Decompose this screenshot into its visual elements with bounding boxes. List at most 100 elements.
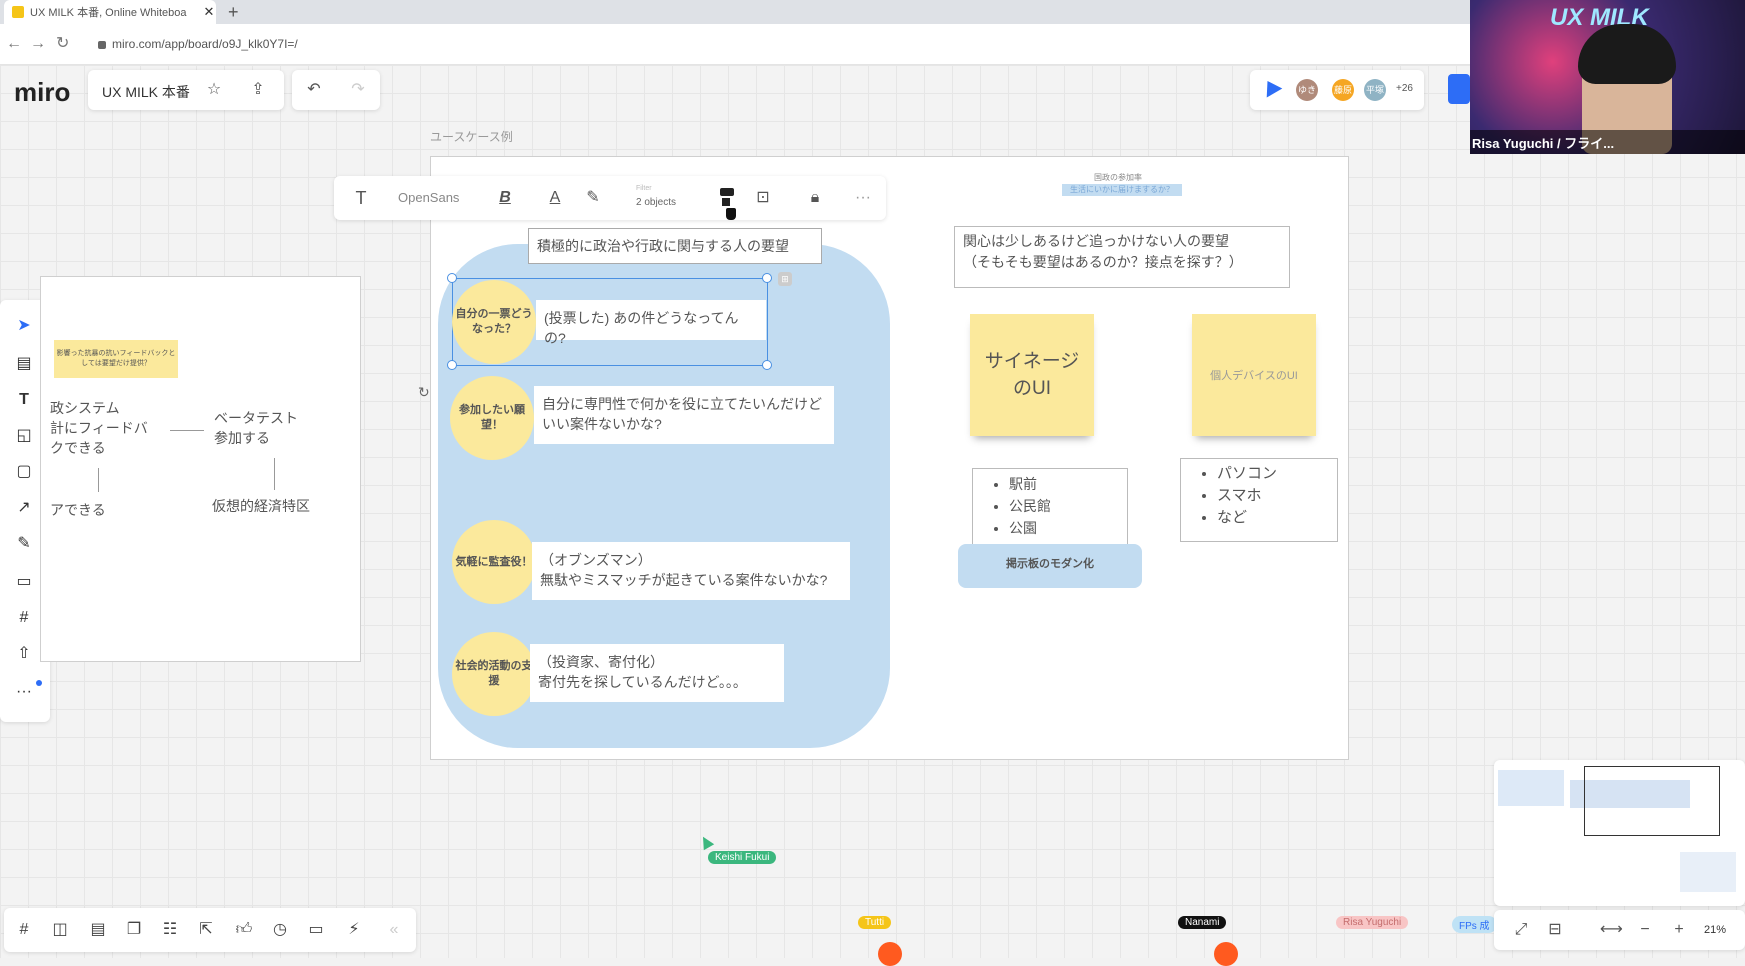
device-list[interactable]: パソコン スマホ など [1180,458,1338,542]
row-circle[interactable]: 参加したい願望！ [450,376,534,460]
avatar[interactable]: 平塚 [1364,79,1386,101]
share-icon[interactable]: ⇪ [246,76,270,104]
tab-close-icon[interactable]: ✕ [202,4,216,20]
avatar[interactable]: 藤原 [1332,79,1354,101]
list-item: 公園 [1009,517,1119,539]
group-icon[interactable]: ⊡ [752,184,774,212]
right-group-title[interactable]: 関心は少しあるけど追っかけない人の要望 （そもそも要望はあるのか？接点を探す？） [954,226,1290,288]
sticky-note[interactable]: 個人デバイスのUI [1192,314,1316,436]
row-text[interactable]: 自分に専門性で何かを役に立てたいんだけどいい案件ないかな? [534,386,834,444]
left-frame[interactable] [40,276,361,662]
resize-handle[interactable] [447,360,457,370]
select-icon[interactable]: ➤ [12,314,36,338]
lightning-icon[interactable]: ⚡︎ [342,918,366,942]
resize-handle[interactable] [762,273,772,283]
redo-icon[interactable]: ↷ [346,76,370,104]
tiny-label-highlight[interactable]: 生活にいかに届けまするか？ [1062,184,1182,196]
forward-icon[interactable]: → [30,34,46,54]
sticky-note-icon[interactable]: ◱ [12,424,36,448]
comment-icon[interactable]: ▭ [12,570,36,594]
left-item[interactable]: ベータテスト 参加する [206,404,346,454]
text-format-icon[interactable]: T [350,184,372,212]
undo-icon[interactable]: ↶ [302,76,326,104]
board-name[interactable]: UX MILK 本番 [102,82,190,102]
collaborators-count[interactable]: +26 [1396,83,1413,94]
bold-icon[interactable]: B [494,184,516,212]
more-options-icon[interactable]: ··· [852,184,874,212]
zoom-out-icon[interactable]: − [1634,916,1656,944]
row-circle[interactable]: 社会的活動の支援 [452,632,536,716]
list-item: 駅前 [1009,473,1119,495]
minimap-viewport[interactable] [1584,766,1720,836]
group-title[interactable]: 積極的に政治や行政に関与する人の要望 [528,228,822,264]
left-sticky-note[interactable]: 影響った抗暴の抗いフィードバックとしては要望だけ提供？ [54,340,178,378]
left-item[interactable]: 仮想的経済特区 [204,490,344,524]
connector-line [170,430,204,431]
reload-icon[interactable]: ↻ [56,34,69,54]
shape-icon[interactable]: ▢ [12,460,36,484]
signage-list[interactable]: 駅前 公民館 公園 [972,468,1128,550]
row-circle[interactable]: 自分の一票どうなった？ [452,280,536,364]
filter-label: Filter [636,185,652,192]
new-tab-button[interactable]: + [228,2,239,22]
avatar[interactable]: ゆき [1296,79,1318,101]
miro-logo[interactable]: miro [14,77,70,108]
row-text[interactable]: (投票した) あの件どうなってんの? [536,300,766,346]
row-text[interactable]: （オブンズマン） 無駄やミスマッチが起きている案件ないかな? [532,542,850,600]
text-icon[interactable]: T [12,388,36,412]
zoom-in-icon[interactable]: + [1668,916,1690,944]
url-field[interactable]: miro.com/app/board/o9J_klk0Y7I=/ [98,34,298,54]
cursor-label: Tutti [858,916,892,929]
text-color-icon[interactable]: A [544,184,566,212]
star-icon[interactable]: ☆ [204,76,224,104]
resize-handle[interactable] [762,360,772,370]
fit-to-screen-icon[interactable]: ⟷ [1600,916,1623,944]
fullscreen-icon[interactable]: ⤢ [1510,916,1532,944]
add-to-group-icon[interactable]: ⊞ [778,272,792,286]
notes-icon[interactable]: ▤ [86,918,110,942]
left-item[interactable]: 政システム 計にフィードバ クできる [50,394,166,466]
lock-icon[interactable]: 🔒︎ [804,184,826,212]
timer-icon[interactable]: ◷ [268,918,292,942]
list-icon[interactable]: ☷ [158,918,182,942]
browser-tab[interactable]: UX MILK 本番, Online Whiteboa ✕ [4,0,216,24]
list-item: 公民館 [1009,495,1119,517]
list-item: スマホ [1217,485,1329,507]
cards-icon[interactable]: ❐ [122,918,146,942]
share-board-button[interactable] [1448,74,1470,104]
font-selector[interactable]: OpenSans [398,190,459,205]
blue-label-box[interactable]: 掲示板のモダン化 [958,544,1142,588]
highlight-icon[interactable]: ✎ [582,184,604,212]
row-text[interactable]: （投資家、寄付化） 寄付先を探しているんだけど。。。 [530,644,784,702]
left-item[interactable]: アできる [46,494,182,528]
frame-icon[interactable]: # [12,606,36,630]
cursor-label: Keishi Fukui [708,851,777,864]
pen-icon[interactable]: ✎ [12,532,36,556]
filter-value[interactable]: 2 objects [636,197,676,208]
connector-line [274,458,275,490]
map-icon[interactable]: ⊟ [1544,916,1566,944]
video-icon[interactable]: ▭ [304,918,328,942]
row-circle[interactable]: 気軽に監査役！ [452,520,536,604]
zoom-level[interactable]: 21% [1704,924,1726,936]
comments-icon[interactable]: ◫ [48,918,72,942]
upload-icon[interactable]: ⇧ [12,642,36,666]
lock-icon [98,40,106,49]
align-icon-part [722,198,730,206]
align-icon[interactable] [720,188,734,196]
share-screen-icon[interactable]: ⇱ [194,918,218,942]
resize-handle[interactable] [447,273,457,283]
frame-title[interactable]: ユースケース例 [430,128,513,145]
more-tools-icon[interactable]: ··· [12,680,36,704]
cursor-label: Risa Yuguchi [1336,916,1409,929]
vote-icon[interactable]: 👍︎ [232,918,256,942]
rotate-icon[interactable]: ↻ [418,384,430,401]
templates-icon[interactable]: ▤ [12,352,36,376]
back-icon[interactable]: ← [6,34,22,54]
connector-icon[interactable]: ↗ [12,496,36,520]
frames-icon[interactable]: # [12,918,36,942]
sticky-note[interactable]: サイネージ のUI [970,314,1094,436]
tiny-label[interactable]: 国政の参加率 [1094,172,1142,183]
minimap-content [1680,852,1736,892]
collapse-icon[interactable]: « [382,918,406,942]
